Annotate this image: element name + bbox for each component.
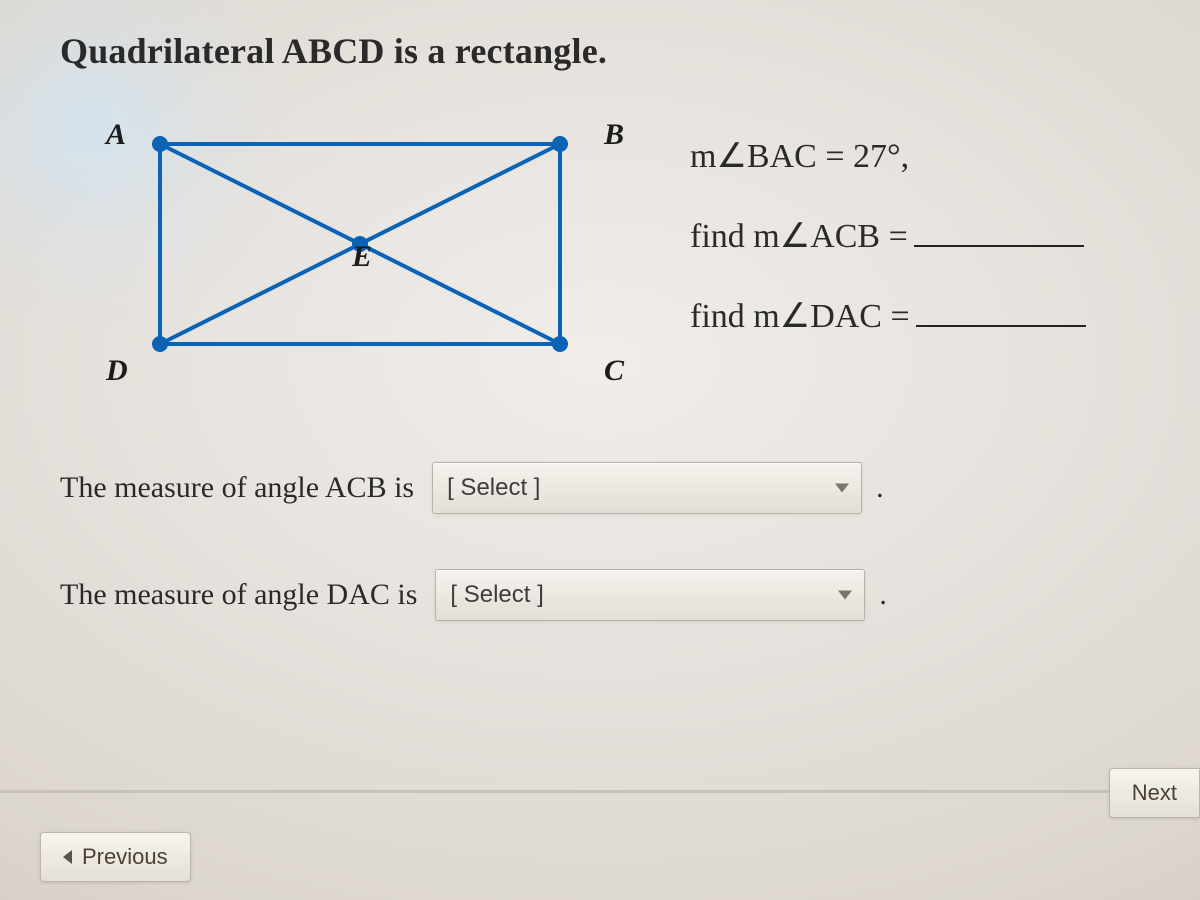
question-2-prompt: The measure of angle DAC is — [60, 578, 417, 612]
question-1-line: The measure of angle ACB is [ Select ] . — [60, 462, 1160, 514]
problem-top-row: A B C D E m∠BAC = 27°, find m∠ACB = find… — [60, 122, 1160, 382]
vertex-label-d: D — [106, 354, 128, 388]
question-1-prompt: The measure of angle ACB is — [60, 471, 414, 505]
question-content: Quadrilateral ABCD is a rectangle. A B C… — [0, 0, 1200, 621]
given-line-1: m∠BAC = 27°, — [690, 128, 1086, 186]
vertex-label-a: A — [106, 118, 126, 152]
given-line-3: find m∠DAC = — [690, 288, 1086, 346]
next-button-label: Next — [1132, 780, 1177, 806]
question-2-period: . — [879, 578, 887, 612]
question-1-select[interactable]: [ Select ] — [432, 462, 862, 514]
vertex-label-b: B — [604, 118, 624, 152]
vertex-label-e: E — [352, 240, 372, 274]
vertex-label-c: C — [604, 354, 624, 388]
question-1-select-text: [ Select ] — [447, 474, 540, 502]
previous-button[interactable]: Previous — [40, 832, 191, 882]
problem-title: Quadrilateral ABCD is a rectangle. — [60, 30, 1160, 72]
next-button[interactable]: Next — [1109, 768, 1200, 818]
rectangle-figure: A B C D E — [100, 122, 620, 382]
given-line-2: find m∠ACB = — [690, 208, 1086, 266]
caret-left-icon — [63, 850, 72, 864]
previous-button-label: Previous — [82, 844, 168, 870]
question-1-period: . — [876, 471, 884, 505]
chevron-down-icon — [835, 484, 849, 493]
blank-acb — [914, 211, 1084, 247]
question-2-line: The measure of angle DAC is [ Select ] . — [60, 569, 1160, 621]
given-line-2-prefix: find m∠ACB = — [690, 208, 908, 266]
given-line-3-prefix: find m∠DAC = — [690, 288, 910, 346]
navigation-bar: Previous Next — [0, 790, 1200, 900]
chevron-down-icon — [838, 591, 852, 600]
blank-dac — [916, 291, 1086, 327]
given-info: m∠BAC = 27°, find m∠ACB = find m∠DAC = — [690, 122, 1086, 367]
question-2-select-text: [ Select ] — [450, 581, 543, 609]
question-2-select[interactable]: [ Select ] — [435, 569, 865, 621]
